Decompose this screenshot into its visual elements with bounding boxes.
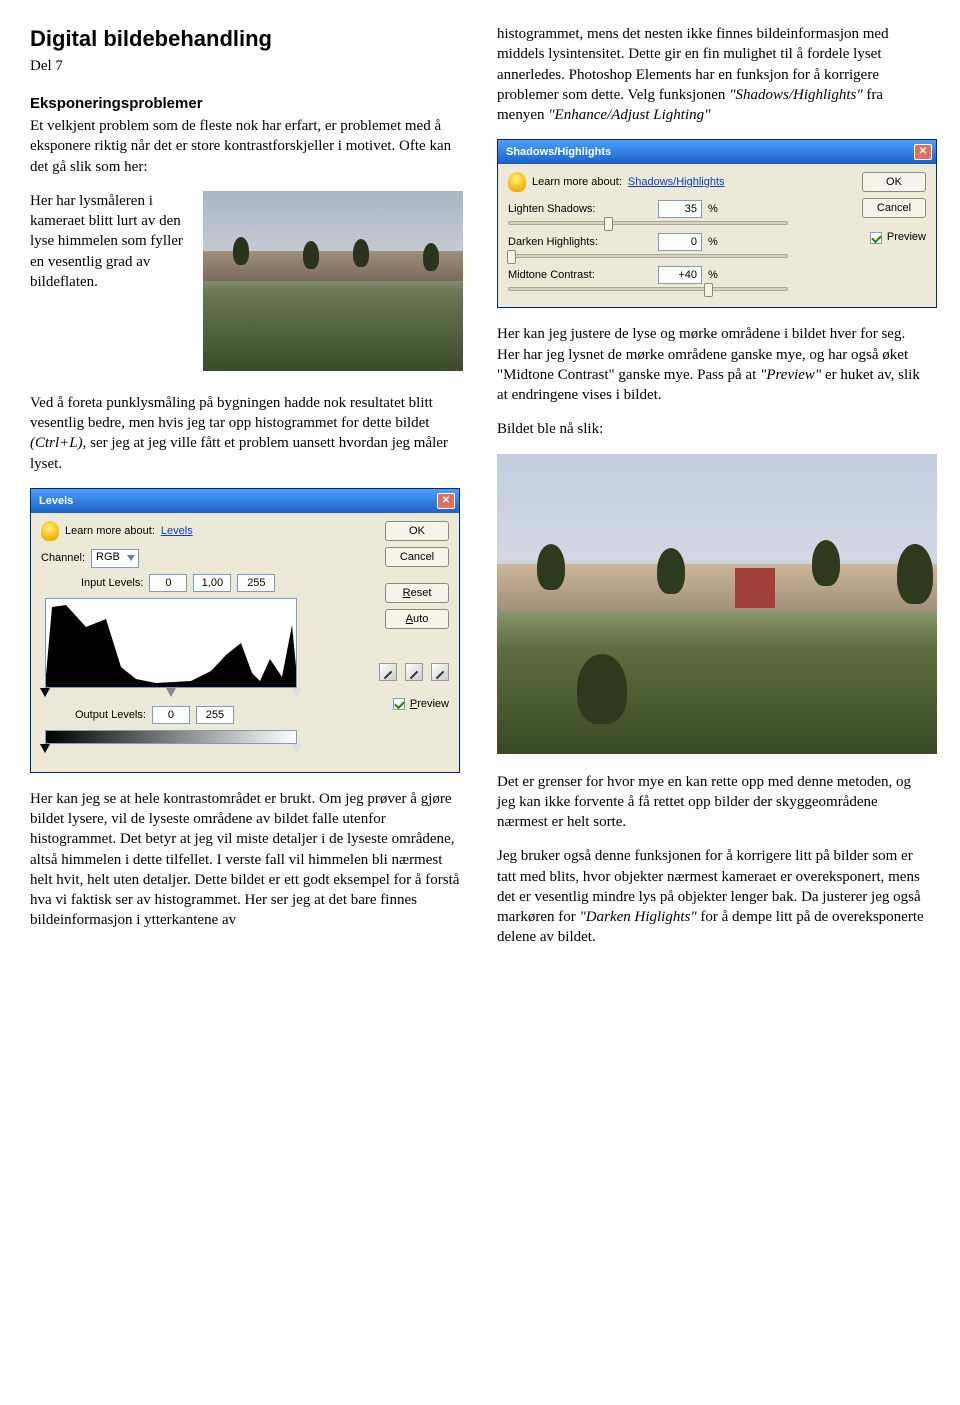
input-level-gamma[interactable]: 1,00: [193, 574, 231, 592]
dialog-title: Shadows/Highlights: [506, 145, 611, 160]
body-paragraph: Her kan jeg justere de lyse og mørke omr…: [497, 324, 930, 405]
body-paragraph: Her kan jeg se at hele kontrastområdet e…: [30, 789, 463, 931]
body-paragraph: Jeg bruker også denne funksjonen for å k…: [497, 846, 930, 947]
ok-button[interactable]: OK: [385, 521, 449, 541]
darken-highlights-label: Darken Highlights:: [508, 235, 658, 250]
output-level-white[interactable]: 255: [196, 706, 234, 724]
cancel-button[interactable]: Cancel: [862, 198, 926, 218]
preview-checkbox[interactable]: [870, 232, 882, 244]
page-subtitle: Del 7: [30, 56, 463, 76]
channel-select[interactable]: RGB: [91, 549, 139, 568]
auto-button[interactable]: Auto: [385, 609, 449, 629]
tip-link[interactable]: Shadows/Highlights: [628, 175, 725, 190]
channel-label: Channel:: [41, 551, 85, 566]
reset-button[interactable]: Reset: [385, 583, 449, 603]
lighten-shadows-slider[interactable]: [508, 221, 788, 225]
percent-label: %: [708, 202, 718, 217]
example-photo-corrected: [497, 454, 937, 754]
eyedropper-gray-icon[interactable]: [405, 663, 423, 681]
section-heading: Eksponeringsproblemer: [30, 94, 463, 114]
input-levels-label: Input Levels:: [81, 576, 143, 591]
percent-label: %: [708, 235, 718, 250]
output-levels-label: Output Levels:: [75, 708, 146, 723]
close-icon[interactable]: ✕: [914, 144, 932, 160]
lighten-shadows-label: Lighten Shadows:: [508, 202, 658, 217]
preview-checkbox[interactable]: [393, 698, 405, 710]
midtone-contrast-value[interactable]: +40: [658, 266, 702, 284]
input-slider[interactable]: [45, 690, 297, 700]
shadows-highlights-dialog: Shadows/Highlights ✕ OK Cancel Preview L…: [497, 139, 937, 308]
tip-link[interactable]: Levels: [161, 524, 193, 539]
darken-highlights-slider[interactable]: [508, 254, 788, 258]
preview-label: Preview: [887, 230, 926, 245]
body-paragraph: Et velkjent problem som de fleste nok ha…: [30, 116, 463, 177]
levels-dialog: Levels ✕ OK Cancel Reset Auto Pr: [30, 488, 460, 773]
tip-label: Learn more about:: [532, 175, 622, 190]
eyedropper-black-icon[interactable]: [379, 663, 397, 681]
page-title: Digital bildebehandling: [30, 24, 463, 54]
dialog-titlebar[interactable]: Shadows/Highlights ✕: [498, 140, 936, 164]
input-level-white[interactable]: 255: [237, 574, 275, 592]
ok-button[interactable]: OK: [862, 172, 926, 192]
midtone-contrast-label: Midtone Contrast:: [508, 268, 658, 283]
dialog-title: Levels: [39, 494, 73, 509]
histogram: [45, 598, 297, 688]
body-paragraph: Ved å foreta punklysmåling på bygningen …: [30, 393, 463, 474]
lightbulb-icon: [508, 172, 526, 192]
lighten-shadows-value[interactable]: 35: [658, 200, 702, 218]
percent-label: %: [708, 268, 718, 283]
output-gradient: [45, 730, 297, 744]
preview-label: Preview: [410, 697, 449, 712]
eyedropper-white-icon[interactable]: [431, 663, 449, 681]
tip-label: Learn more about:: [65, 524, 155, 539]
input-level-black[interactable]: 0: [149, 574, 187, 592]
example-photo-dark: [203, 191, 463, 371]
output-slider[interactable]: [45, 746, 297, 756]
body-paragraph: Det er grenser for hvor mye en kan rette…: [497, 772, 930, 833]
dialog-titlebar[interactable]: Levels ✕: [31, 489, 459, 513]
body-paragraph: Bildet ble nå slik:: [497, 419, 930, 439]
output-level-black[interactable]: 0: [152, 706, 190, 724]
cancel-button[interactable]: Cancel: [385, 547, 449, 567]
darken-highlights-value[interactable]: 0: [658, 233, 702, 251]
body-paragraph: histogrammet, mens det nesten ikke finne…: [497, 24, 930, 125]
close-icon[interactable]: ✕: [437, 493, 455, 509]
lightbulb-icon: [41, 521, 59, 541]
midtone-contrast-slider[interactable]: [508, 287, 788, 291]
